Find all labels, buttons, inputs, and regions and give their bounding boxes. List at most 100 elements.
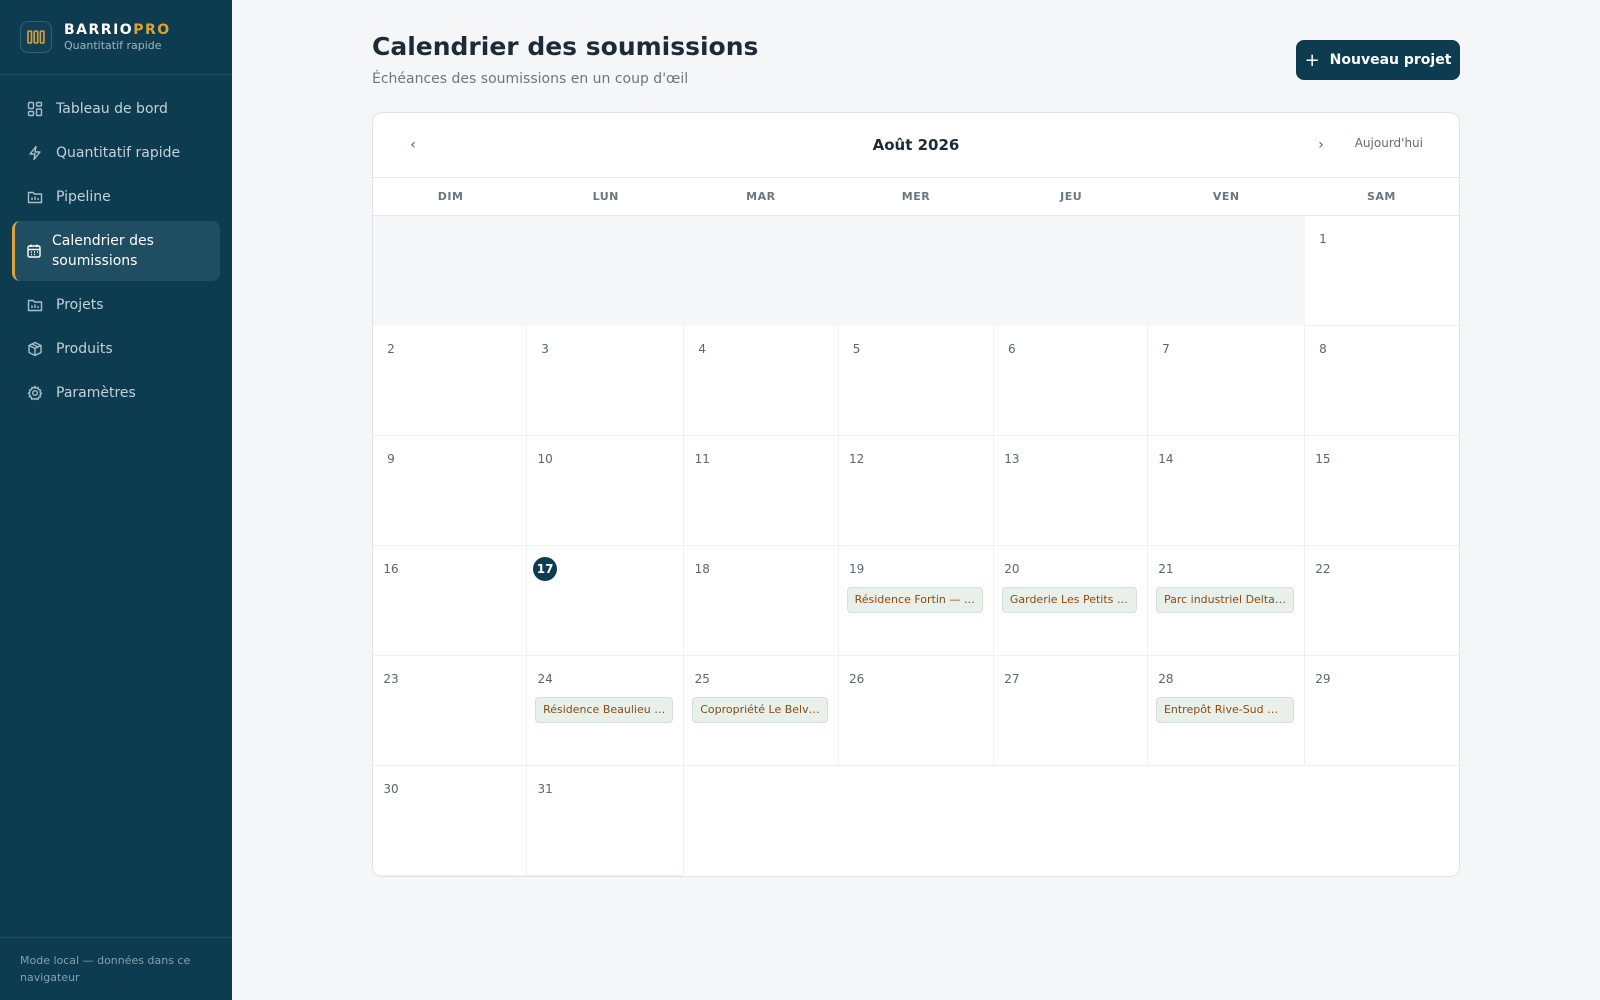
sidebar-item-label: Paramètres bbox=[56, 385, 136, 401]
weekday-label: MAR bbox=[746, 190, 776, 203]
day-cell[interactable]: 9 bbox=[373, 436, 528, 546]
day-number: 28 bbox=[1158, 672, 1174, 686]
sidebar-item-label: Produits bbox=[56, 341, 113, 357]
day-number: 20 bbox=[1004, 562, 1020, 576]
day-cell[interactable]: 1 bbox=[1304, 216, 1459, 326]
empty-day-cell bbox=[684, 766, 839, 876]
brand[interactable]: BARRIOPRO Quantitatif rapide bbox=[0, 0, 232, 75]
day-cell[interactable]: 26 bbox=[838, 656, 994, 766]
submission-event[interactable]: Résidence Beaulieu … bbox=[535, 697, 674, 723]
today-day-number: 17 bbox=[533, 557, 558, 581]
day-cell[interactable]: 13 bbox=[993, 436, 1148, 546]
sidebar-item-tableau-de-bord[interactable]: Tableau de bord bbox=[12, 87, 220, 131]
calendar-month-label: Août 2026 bbox=[872, 136, 960, 154]
day-number: 14 bbox=[1158, 452, 1174, 466]
weekday-label: VEN bbox=[1212, 190, 1240, 203]
day-number: 31 bbox=[537, 782, 553, 796]
weekday-label: MER bbox=[901, 190, 931, 203]
day-number: 11 bbox=[694, 452, 710, 466]
empty-day-cell bbox=[838, 216, 994, 326]
submission-event[interactable]: Entrepôt Rive-Sud … bbox=[1155, 697, 1294, 723]
day-cell[interactable]: 28 Entrepôt Rive-Sud … bbox=[1147, 656, 1305, 766]
submission-event[interactable]: Résidence Fortin — … bbox=[846, 587, 983, 613]
day-cell[interactable]: 19 Résidence Fortin — … bbox=[838, 546, 994, 656]
day-cell[interactable]: 2 bbox=[373, 326, 528, 436]
weekday-label: DIM bbox=[437, 190, 464, 203]
brand-name-main: BARRIO bbox=[64, 22, 134, 38]
sidebar-item-produits[interactable]: Produits bbox=[12, 327, 220, 371]
empty-day-cell bbox=[684, 216, 839, 326]
sidebar-item-label: Projets bbox=[56, 297, 104, 313]
day-number: 23 bbox=[383, 672, 399, 686]
empty-day-cell bbox=[993, 766, 1148, 876]
new-project-button[interactable]: + Nouveau projet bbox=[1296, 40, 1460, 80]
empty-day-cell bbox=[527, 216, 685, 326]
lightning-icon bbox=[26, 144, 44, 162]
day-number: 5 bbox=[852, 342, 861, 356]
sidebar-item-label: Quantitatif rapide bbox=[56, 145, 181, 161]
chevron-right-icon: › bbox=[1318, 137, 1324, 153]
day-number: 4 bbox=[698, 342, 707, 356]
sidebar-item-parametres[interactable]: Paramètres bbox=[12, 371, 220, 415]
folder-chart-icon bbox=[26, 296, 44, 314]
day-cell[interactable]: 31 bbox=[527, 766, 685, 876]
calendar-icon bbox=[26, 242, 42, 260]
day-cell[interactable]: 5 bbox=[838, 326, 994, 436]
calendar-grid: 1 2 3 4 5 6 7 8 9 10 11 12 13 14 15 16 17 18 19 Résidence F… bbox=[373, 216, 1459, 876]
day-number: 15 bbox=[1315, 452, 1331, 466]
day-cell[interactable]: 30 bbox=[373, 766, 528, 876]
day-number: 29 bbox=[1315, 672, 1331, 686]
day-cell[interactable]: 24 Résidence Beaulieu … bbox=[527, 656, 685, 766]
day-cell[interactable]: 20 Garderie Les Petits … bbox=[993, 546, 1148, 656]
day-cell[interactable]: 15 bbox=[1304, 436, 1459, 546]
brand-name-accent: PRO bbox=[133, 22, 171, 38]
day-number: 30 bbox=[383, 782, 399, 796]
day-cell[interactable]: 11 bbox=[684, 436, 839, 546]
storage-mode-note: Mode local — données dans ce navigateur bbox=[0, 936, 232, 1000]
day-number: 19 bbox=[848, 562, 865, 576]
submission-event[interactable]: Garderie Les Petits … bbox=[1001, 587, 1137, 613]
day-number: 6 bbox=[1008, 342, 1016, 356]
day-cell[interactable]: 21 Parc industriel Delta… bbox=[1147, 546, 1305, 656]
day-cell[interactable]: 10 bbox=[527, 436, 685, 546]
sidebar-item-projets[interactable]: Projets bbox=[12, 283, 220, 327]
next-month-button[interactable]: › bbox=[1309, 133, 1333, 157]
calendar-header: ‹ Août 2026 › Aujourd'hui bbox=[373, 113, 1459, 178]
day-cell[interactable]: 6 bbox=[993, 326, 1148, 436]
day-cell[interactable]: 7 bbox=[1147, 326, 1305, 436]
day-cell[interactable]: 14 bbox=[1147, 436, 1305, 546]
day-number: 13 bbox=[1004, 452, 1020, 466]
day-number: 8 bbox=[1319, 342, 1327, 356]
weekday-header: DIM LUN MAR MER JEU VEN SAM bbox=[373, 178, 1459, 216]
day-cell[interactable]: 27 bbox=[993, 656, 1148, 766]
sidebar-item-label: Pipeline bbox=[56, 189, 111, 205]
sidebar-item-pipeline[interactable]: Pipeline bbox=[12, 175, 220, 219]
weekday-label: SAM bbox=[1366, 190, 1396, 203]
weekday-label: LUN bbox=[592, 190, 619, 203]
submission-event[interactable]: Parc industriel Delta… bbox=[1155, 587, 1294, 613]
day-number: 16 bbox=[383, 562, 399, 576]
day-cell[interactable]: 22 bbox=[1304, 546, 1459, 656]
calendar: ‹ Août 2026 › Aujourd'hui DIM LUN MAR ME… bbox=[372, 112, 1460, 877]
day-number: 21 bbox=[1158, 562, 1174, 576]
day-cell[interactable]: 17 bbox=[527, 546, 685, 656]
today-button[interactable]: Aujourd'hui bbox=[1355, 136, 1423, 150]
box-icon bbox=[26, 340, 44, 358]
day-cell[interactable]: 23 bbox=[373, 656, 528, 766]
day-cell[interactable]: 18 bbox=[684, 546, 839, 656]
day-cell[interactable]: 8 bbox=[1304, 326, 1459, 436]
day-cell[interactable]: 16 bbox=[373, 546, 528, 656]
dashboard-icon bbox=[26, 100, 44, 118]
empty-day-cell bbox=[1304, 766, 1459, 876]
submission-event[interactable]: Copropriété Le Belv… bbox=[692, 697, 828, 723]
empty-day-cell bbox=[838, 766, 994, 876]
day-cell[interactable]: 12 bbox=[838, 436, 994, 546]
sidebar-item-calendrier[interactable]: Calendrier des soumissions bbox=[12, 221, 220, 281]
day-cell[interactable]: 25 Copropriété Le Belv… bbox=[684, 656, 839, 766]
sidebar-item-label: Calendrier des soumissions bbox=[52, 232, 154, 269]
day-cell[interactable]: 4 bbox=[684, 326, 839, 436]
day-number: 25 bbox=[694, 672, 710, 686]
day-cell[interactable]: 3 bbox=[527, 326, 685, 436]
sidebar-item-quantitatif-rapide[interactable]: Quantitatif rapide bbox=[12, 131, 220, 175]
day-cell[interactable]: 29 bbox=[1304, 656, 1459, 766]
